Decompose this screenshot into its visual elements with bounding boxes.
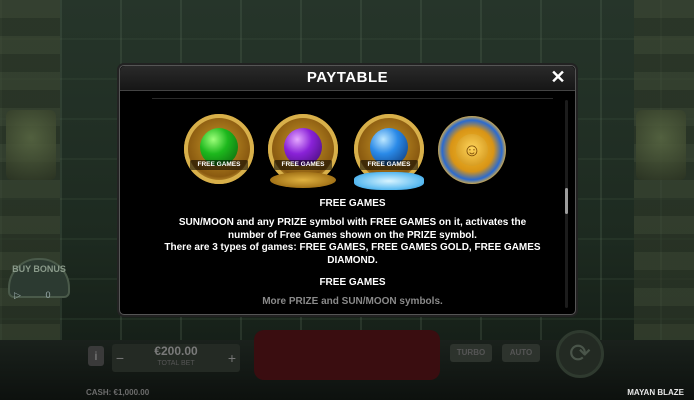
close-icon[interactable]: ✕	[549, 67, 567, 87]
divider	[152, 98, 553, 99]
modal-title: PAYTABLE	[306, 69, 389, 86]
spin-icon: ⟳	[569, 338, 591, 368]
sun-moon-icon: ☺	[438, 116, 506, 184]
section-heading-2: FREE GAMES	[319, 277, 386, 288]
blue-prize-orb-symbol: FREE GAMES	[350, 110, 428, 192]
sun-moon-symbol: ☺	[438, 110, 516, 192]
purple-prize-orb-symbol: FREE GAMES	[264, 110, 342, 192]
turbo-button[interactable]: TURBO	[450, 344, 492, 362]
spin-button[interactable]: ⟳	[556, 330, 604, 378]
win-panel	[254, 330, 440, 380]
game-name: MAYAN BLAZE	[627, 388, 684, 397]
symbol-label: FREE GAMES	[360, 160, 418, 170]
description-paragraph-1: SUN/MOON and any PRIZE symbol with FREE …	[178, 217, 527, 241]
bet-decrease-button[interactable]: −	[112, 344, 128, 372]
cash-balance: CASH: €1,000.00	[86, 388, 150, 397]
description-paragraph-2: There are 3 types of games: FREE GAMES, …	[164, 242, 541, 266]
symbol-label: FREE GAMES	[274, 160, 332, 170]
faded-description-line: More PRIZE and SUN/MOON symbols.	[262, 296, 443, 307]
right-totem-decoration	[636, 110, 686, 180]
autoplay-button[interactable]: AUTO	[502, 344, 540, 362]
bet-increase-button[interactable]: +	[224, 344, 240, 372]
left-totem-decoration	[6, 110, 56, 180]
sun-face-icon: ☺	[456, 134, 488, 166]
modal-header: PAYTABLE ✕	[120, 66, 575, 91]
bonus-count: ▷ 0	[14, 290, 74, 304]
play-icon: ▷	[14, 290, 21, 300]
symbol-row: FREE GAMES FREE GAMES FREE GAMES ☺	[120, 110, 575, 192]
symbol-label: FREE GAMES	[190, 160, 248, 170]
bet-label: TOTAL BET	[157, 360, 195, 367]
paytable-modal: PAYTABLE ✕ FREE GAMES FREE GAMES FREE GA…	[119, 65, 576, 315]
info-button[interactable]: i	[88, 346, 104, 366]
section-heading: FREE GAMES	[319, 198, 386, 209]
gold-coins-icon	[270, 172, 336, 188]
diamonds-icon	[354, 172, 424, 190]
paytable-description: FREE GAMES SUN/MOON and any PRIZE symbol…	[160, 196, 545, 307]
bonus-count-value: 0	[45, 290, 51, 300]
bet-value: €200.00	[154, 344, 198, 358]
green-prize-orb-symbol: FREE GAMES	[180, 110, 258, 192]
bet-selector: − €200.00 TOTAL BET +	[112, 344, 240, 372]
